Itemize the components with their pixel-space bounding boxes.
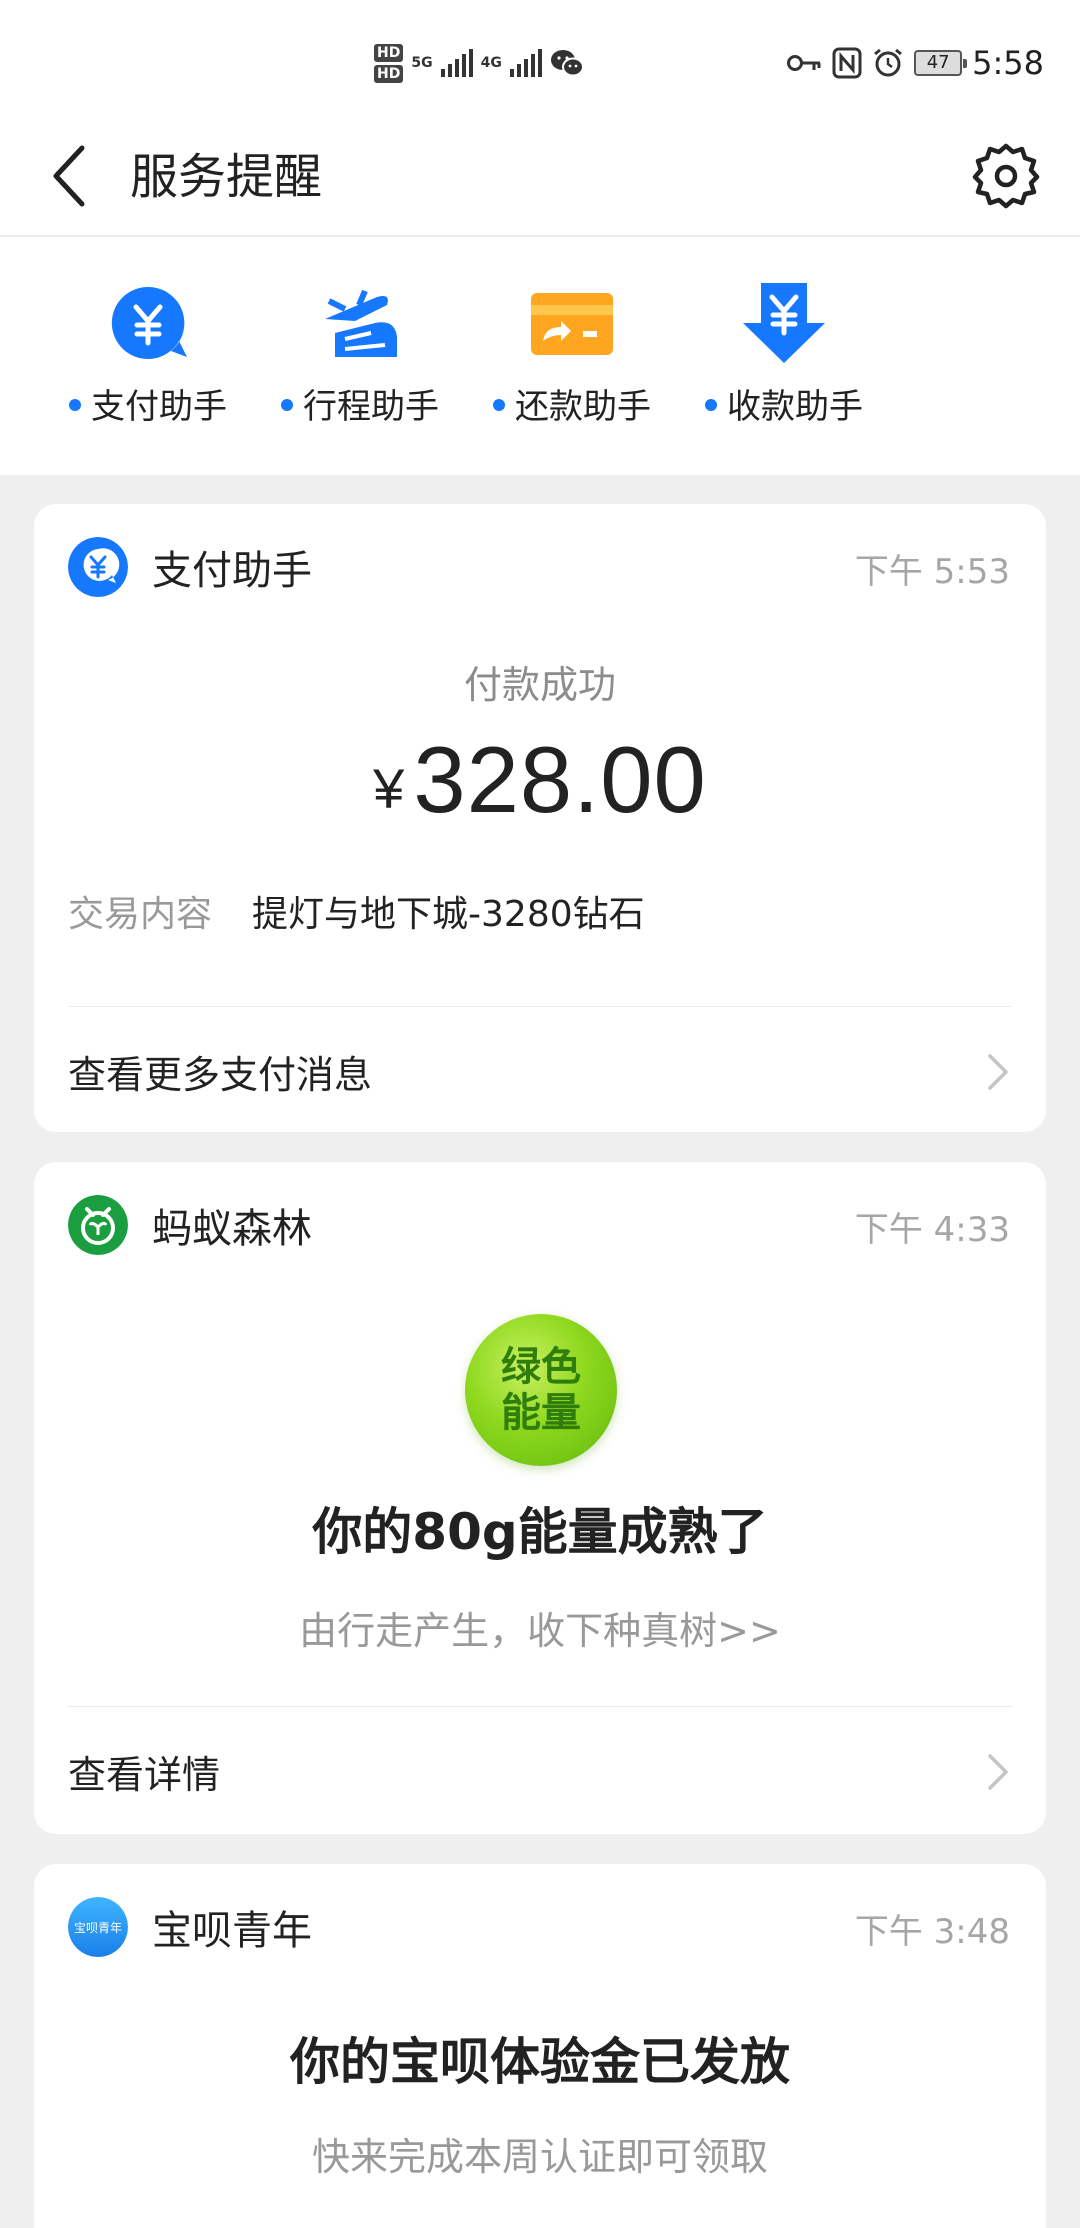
payment-notification-card[interactable]: 支付助手 下午 5:53 付款成功 ¥328.00 交易内容 提灯与地下城-328… (34, 504, 1046, 1132)
status-left: HD HD 5G 4G (374, 38, 584, 88)
payment-status: 付款成功 (463, 663, 616, 707)
baobei-subtitle: 快来完成本周认证即可领取 (311, 2135, 768, 2179)
key-icon (787, 55, 821, 71)
card-timestamp: 下午 5:53 (854, 552, 1010, 592)
app-bar: 服务提醒 (0, 118, 1080, 236)
status-bar: HD HD 5G 4G 47 5:58 (0, 0, 1080, 118)
shortcut-label: 还款助手 (515, 387, 651, 427)
ant-forest-avatar-icon (68, 1195, 128, 1255)
amount-value: 328.00 (413, 727, 707, 832)
shortcut-label: 行程助手 (303, 387, 439, 427)
trip-assistant-icon (325, 289, 397, 357)
unread-dot (493, 398, 505, 411)
transaction-detail-row: 交易内容 提灯与地下城-3280钻石 (68, 890, 645, 940)
baobei-notification-card[interactable]: 宝呗青年 宝呗青年 下午 3:48 你的宝呗体验金已发放 快来完成本周认证即可领… (34, 1864, 1046, 2228)
card-header: 支付助手 (68, 536, 312, 598)
wechat-icon (550, 50, 584, 77)
divider (68, 1006, 1012, 1007)
shortcut-pay-assistant[interactable]: 支付助手 (48, 279, 248, 439)
receive-assistant-icon (743, 283, 825, 363)
chevron-right-icon (988, 1054, 1008, 1090)
divider (68, 1706, 1012, 1707)
battery-indicator: 47 (914, 50, 968, 76)
network-type-5g: 5G (411, 55, 433, 71)
hd-badge-2: HD (374, 64, 404, 83)
pay-assistant-icon (111, 286, 187, 359)
card-header: 宝呗青年 宝呗青年 (68, 1896, 312, 1958)
shortcut-label: 收款助手 (727, 387, 863, 427)
alarm-icon (874, 48, 903, 77)
link-label: 查看详情 (68, 1753, 221, 1797)
chevron-right-icon (988, 1754, 1008, 1790)
signal-icon-1 (440, 49, 473, 77)
card-source-name: 宝呗青年 (152, 1908, 312, 1954)
badge-line-1: 绿色 (501, 1344, 581, 1390)
back-arrow-icon[interactable] (42, 140, 102, 212)
ant-forest-notification-card[interactable]: 蚂蚁森林 下午 4:33 绿色 能量 你的80g能量成熟了 由行走产生，收下种真树… (34, 1162, 1046, 1834)
badge-line-2: 能量 (501, 1390, 581, 1436)
green-energy-badge: 绿色 能量 (465, 1314, 617, 1466)
assistant-shortcuts: 支付助手 行程助手 还款助手 收款助手 (0, 237, 1080, 475)
detail-value: 提灯与地下城-3280钻石 (252, 894, 645, 935)
energy-title: 你的80g能量成熟了 (312, 1503, 768, 1561)
energy-subtitle[interactable]: 由行走产生，收下种真树>> (34, 1600, 1046, 1655)
baobei-title: 你的宝呗体验金已发放 (290, 2033, 790, 2091)
pay-assistant-avatar-icon (68, 537, 128, 597)
repay-assistant-icon (531, 293, 613, 355)
currency-symbol: ¥ (373, 757, 406, 820)
nfc-icon (832, 47, 862, 79)
status-right: 47 5:58 (786, 40, 1044, 86)
card-source-name: 支付助手 (152, 548, 312, 594)
card-source-name: 蚂蚁森林 (152, 1206, 312, 1252)
card-header: 蚂蚁森林 (68, 1194, 312, 1256)
unread-dot (69, 398, 81, 411)
card-timestamp: 下午 3:48 (854, 1912, 1010, 1952)
status-time: 5:58 (972, 44, 1044, 82)
unread-dot (281, 398, 293, 411)
detail-label: 交易内容 (68, 894, 213, 935)
shortcut-label: 支付助手 (91, 387, 227, 427)
more-payment-messages-link[interactable]: 查看更多支付消息 (34, 1012, 1046, 1132)
hd-badge-1: HD (374, 43, 404, 62)
view-details-link[interactable]: 查看详情 (34, 1712, 1046, 1832)
settings-gear-icon[interactable] (970, 138, 1042, 210)
signal-icon-2 (509, 49, 542, 77)
unread-dot (705, 398, 717, 411)
baobei-avatar-icon: 宝呗青年 (68, 1897, 128, 1957)
payment-amount: ¥328.00 (34, 726, 1046, 834)
page-title: 服务提醒 (130, 149, 323, 205)
network-type-4g: 4G (480, 55, 502, 71)
shortcut-receive-assistant[interactable]: 收款助手 (684, 279, 884, 439)
card-timestamp: 下午 4:33 (854, 1210, 1010, 1250)
svg-text:宝呗青年: 宝呗青年 (74, 1921, 122, 1935)
shortcut-trip-assistant[interactable]: 行程助手 (260, 279, 460, 439)
shortcut-repay-assistant[interactable]: 还款助手 (472, 279, 672, 439)
link-label: 查看更多支付消息 (68, 1053, 373, 1097)
